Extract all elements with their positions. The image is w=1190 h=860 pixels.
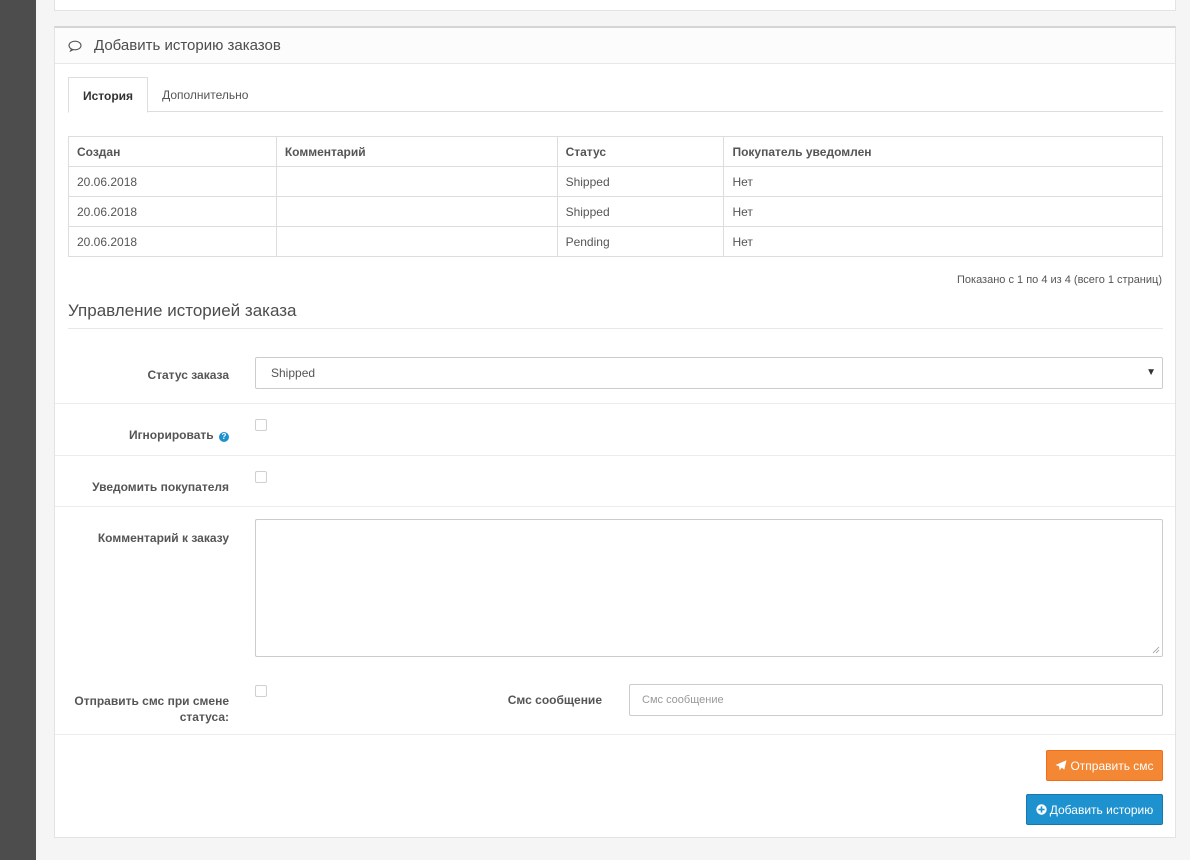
sms-on-change-checkbox[interactable] bbox=[255, 685, 267, 697]
column-header-created: Создан bbox=[68, 136, 277, 167]
send-sms-button-label: Отправить смс bbox=[1070, 758, 1154, 773]
cell-status: Pending bbox=[556, 226, 725, 257]
table-row: 20.06.2018 Shipped Нет bbox=[68, 196, 1163, 227]
cell-comment bbox=[275, 226, 558, 257]
row-divider bbox=[55, 455, 1175, 456]
cell-status: Shipped bbox=[556, 196, 725, 227]
tab-bar: История Дополнительно bbox=[68, 77, 1163, 113]
cell-status: Shipped bbox=[556, 166, 725, 197]
ignore-label-wrap: Игнорировать ? bbox=[55, 428, 229, 442]
left-sidebar-rail bbox=[0, 0, 36, 860]
comment-icon bbox=[68, 40, 82, 52]
notify-customer-checkbox[interactable] bbox=[255, 471, 267, 483]
sms-on-change-label-line1: Отправить смс при смене bbox=[74, 694, 229, 708]
question-circle-icon[interactable]: ? bbox=[219, 432, 229, 442]
table-row: 20.06.2018 Pending Нет bbox=[68, 226, 1163, 257]
pagination-info: Показано с 1 по 4 из 4 (всего 1 страниц) bbox=[956, 274, 1162, 286]
add-history-button[interactable]: Добавить историю bbox=[1026, 794, 1163, 825]
sms-message-input[interactable]: Смс сообщение bbox=[629, 684, 1163, 716]
plus-circle-icon bbox=[1036, 804, 1047, 815]
order-comment-textarea[interactable] bbox=[255, 519, 1163, 657]
add-history-button-label: Добавить историю bbox=[1049, 802, 1154, 817]
sms-on-change-label-line2: статуса: bbox=[179, 710, 229, 724]
caret-down-icon: ▼ bbox=[1146, 367, 1156, 378]
row-divider bbox=[55, 506, 1175, 507]
cell-created: 20.06.2018 bbox=[68, 226, 277, 257]
column-header-customer-notified: Покупатель уведомлен bbox=[723, 136, 1163, 167]
cell-notified: Нет bbox=[723, 196, 1163, 227]
order-comment-label: Комментарий к заказу bbox=[97, 531, 229, 545]
column-header-comment: Комментарий bbox=[275, 136, 558, 167]
order-status-select[interactable]: Shipped ▼ bbox=[255, 357, 1163, 389]
tab-additional[interactable]: Дополнительно bbox=[148, 77, 262, 112]
ignore-checkbox[interactable] bbox=[255, 419, 267, 431]
previous-panel-bottom bbox=[54, 0, 1176, 11]
resize-grip-icon[interactable] bbox=[1152, 646, 1160, 654]
table-header-row: Создан Комментарий Статус Покупатель уве… bbox=[68, 136, 1163, 167]
sms-message-label: Смс сообщение bbox=[507, 693, 602, 707]
order-history-panel: Добавить историю заказов История Дополни… bbox=[54, 26, 1176, 838]
cell-notified: Нет bbox=[723, 166, 1163, 197]
manage-history-title: Управление историей заказа bbox=[68, 301, 1163, 329]
cell-notified: Нет bbox=[723, 226, 1163, 257]
history-table: Создан Комментарий Статус Покупатель уве… bbox=[68, 136, 1163, 257]
cell-created: 20.06.2018 bbox=[68, 196, 277, 227]
cell-comment bbox=[275, 166, 558, 197]
send-sms-button[interactable]: Отправить смс bbox=[1046, 750, 1163, 781]
ignore-label: Игнорировать bbox=[128, 428, 214, 442]
panel-heading: Добавить историю заказов bbox=[55, 28, 1175, 64]
row-divider bbox=[55, 403, 1175, 404]
paper-plane-icon bbox=[1055, 760, 1067, 771]
panel-title: Добавить историю заказов bbox=[94, 37, 281, 54]
column-header-status: Статус bbox=[556, 136, 725, 167]
notify-customer-label: Уведомить покупателя bbox=[92, 480, 229, 494]
order-status-label: Статус заказа bbox=[147, 368, 229, 382]
row-divider bbox=[55, 734, 1175, 735]
sms-on-change-label: Отправить смс при смене статуса: bbox=[55, 693, 229, 725]
order-status-value: Shipped bbox=[271, 366, 316, 380]
table-row: 20.06.2018 Shipped Нет bbox=[68, 166, 1163, 197]
cell-created: 20.06.2018 bbox=[68, 166, 277, 197]
cell-comment bbox=[275, 196, 558, 227]
tab-history[interactable]: История bbox=[68, 77, 149, 113]
